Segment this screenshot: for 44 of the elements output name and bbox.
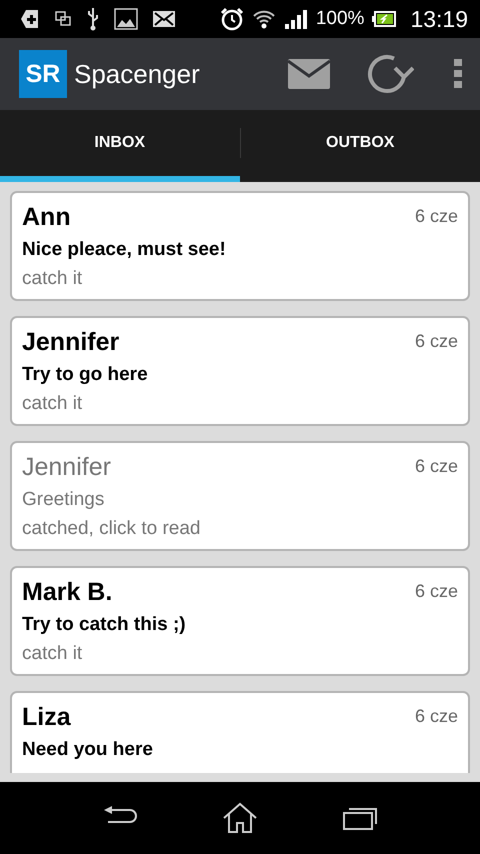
sender-name: Mark B. bbox=[22, 578, 112, 607]
message-subject: Nice pleace, must see! bbox=[22, 239, 227, 261]
home-icon[interactable] bbox=[222, 802, 258, 834]
envelope-icon bbox=[152, 10, 176, 28]
message-card[interactable]: Ann 6 cze Nice pleace, must see! catch it bbox=[10, 191, 470, 301]
message-date: 6 cze bbox=[414, 206, 458, 227]
message-status: catched, click to read bbox=[22, 518, 202, 540]
message-subject: Need you here bbox=[22, 739, 154, 761]
message-date: 6 cze bbox=[414, 331, 458, 352]
battery-percent: 100% bbox=[316, 8, 364, 30]
tab[interactable]: OUTBOX bbox=[240, 110, 480, 182]
clock-time: 13:19 bbox=[410, 6, 468, 32]
recent-apps-icon[interactable] bbox=[342, 805, 378, 831]
windows-icon bbox=[54, 10, 72, 28]
wifi-icon bbox=[252, 8, 276, 30]
battery-charging-icon bbox=[372, 11, 396, 27]
message-card[interactable]: Mark B. 6 cze Try to catch this ;) catch it bbox=[10, 566, 470, 676]
message-subject: Greetings bbox=[22, 489, 106, 511]
message-card[interactable]: Liza 6 cze Need you here bbox=[10, 691, 470, 773]
message-card[interactable]: Jennifer 6 cze Greetings catched, click to read bbox=[10, 441, 470, 551]
alarm-clock-icon bbox=[220, 7, 244, 31]
message-date: 6 cze bbox=[414, 456, 458, 477]
compose-mail-icon[interactable] bbox=[288, 59, 330, 89]
sender-name: Jennifer bbox=[22, 328, 120, 357]
message-card[interactable]: Jennifer 6 cze Try to go here catch it bbox=[10, 316, 470, 426]
sender-name: Liza bbox=[22, 703, 71, 732]
app-title: Spacenger bbox=[74, 58, 201, 90]
sender-name: Jennifer bbox=[22, 453, 111, 482]
message-status: catch it bbox=[22, 268, 84, 290]
app-logo: SR bbox=[19, 50, 67, 98]
message-subject: Try to catch this ;) bbox=[22, 614, 187, 636]
message-status: catch it bbox=[22, 393, 84, 415]
message-date: 6 cze bbox=[414, 581, 458, 602]
overflow-menu-icon[interactable] bbox=[454, 59, 462, 89]
signal-icon bbox=[284, 9, 308, 29]
image-icon bbox=[114, 8, 138, 30]
message-subject: Try to go here bbox=[22, 364, 149, 386]
refresh-icon[interactable] bbox=[366, 53, 414, 95]
message-status: catch it bbox=[22, 643, 84, 665]
tab[interactable]: INBOX bbox=[0, 110, 240, 182]
sender-name: Ann bbox=[22, 203, 71, 232]
plus-icon bbox=[20, 9, 40, 29]
message-date: 6 cze bbox=[414, 706, 458, 727]
usb-icon bbox=[86, 7, 100, 31]
